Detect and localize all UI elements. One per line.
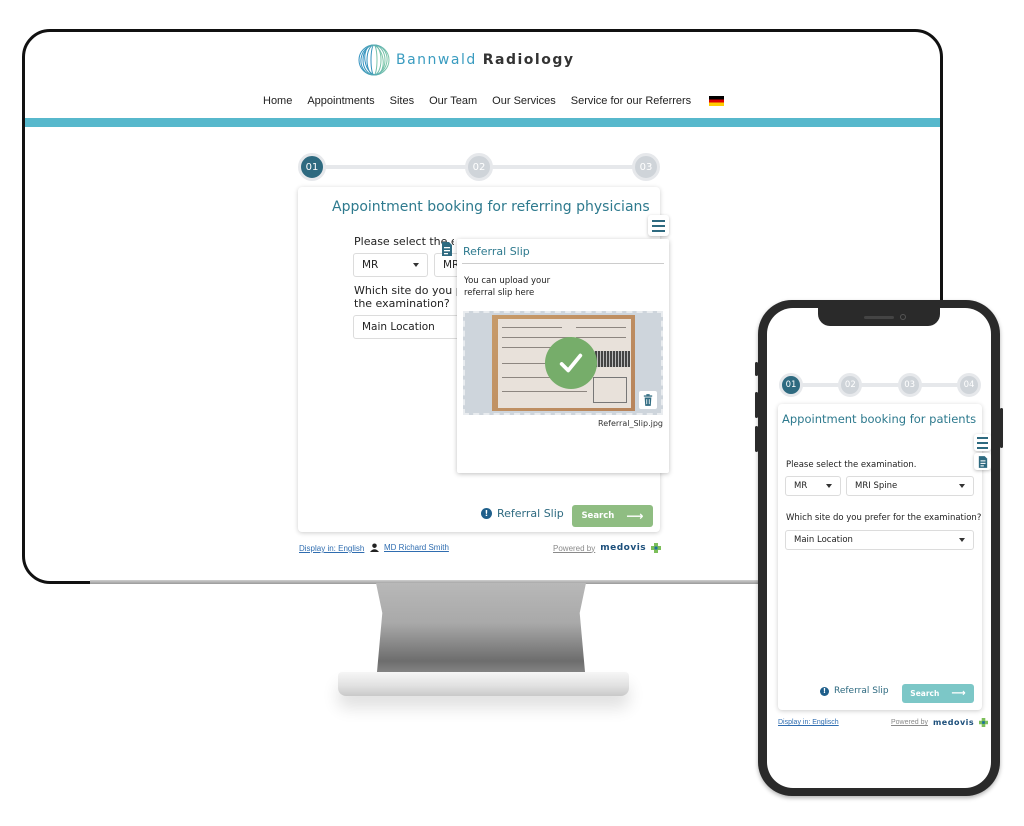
chevron-down-icon: [413, 263, 419, 267]
slip-line: [576, 337, 626, 338]
chevron-down-icon: [959, 538, 965, 542]
exam-label: Please select the examination.: [354, 235, 454, 248]
document-icon[interactable]: [441, 242, 453, 256]
medovis-logo-icon: [979, 718, 989, 727]
step-1[interactable]: 01: [298, 153, 326, 181]
referral-slip-panel: Referral Slip You can upload your referr…: [442, 239, 669, 473]
nav-item-sites[interactable]: Sites: [390, 95, 414, 107]
mobile-site-value: Main Location: [794, 535, 853, 545]
logo-text: Bannwald Radiology: [396, 52, 574, 68]
mobile-step-1[interactable]: 01: [779, 373, 803, 397]
mobile-menu-button[interactable]: [974, 434, 991, 451]
mobile-powered-by: Powered by medovis: [891, 718, 989, 727]
mobile-exam-label: Please select the examination.: [786, 460, 917, 470]
trash-icon: [643, 394, 653, 406]
medovis-logo-icon: [651, 543, 662, 553]
phone-speaker: [864, 316, 894, 319]
powered-by-label[interactable]: Powered by: [553, 544, 595, 553]
phone-camera: [900, 314, 906, 320]
mobile-display-language-link[interactable]: Display in: Englisch: [778, 719, 839, 726]
arrow-right-icon: ⟶: [626, 509, 644, 523]
card-title: Appointment booking for referring physic…: [332, 199, 650, 215]
nav-item-our-services[interactable]: Our Services: [492, 95, 556, 107]
user-name: MD Richard Smith: [384, 543, 449, 552]
upload-dropzone[interactable]: [463, 311, 663, 415]
mobile-modality-value: MR: [794, 481, 808, 491]
upload-success-check-icon: [545, 337, 597, 389]
display-language-link[interactable]: Display in: English: [299, 544, 364, 553]
main-navigation: Home Appointments Sites Our Team Our Ser…: [263, 95, 725, 107]
nav-item-referrer-service[interactable]: Service for our Referrers: [571, 95, 691, 107]
referral-slip-link-label: Referral Slip: [497, 507, 564, 520]
phone-notch: [818, 308, 940, 326]
modality-select[interactable]: MR: [353, 253, 428, 277]
info-icon: !: [820, 686, 829, 696]
info-icon: !: [481, 508, 492, 519]
powered-by: Powered by medovis: [553, 543, 662, 553]
mobile-search-button[interactable]: Search ⟶: [902, 684, 974, 703]
slip-box: [593, 377, 627, 403]
referral-slip-link[interactable]: ! Referral Slip: [481, 507, 564, 520]
header-accent-bar: [25, 118, 940, 127]
chevron-down-icon: [826, 484, 832, 488]
phone-power-button: [1000, 408, 1003, 448]
phone-side-button: [755, 362, 758, 376]
phone-volume-up: [755, 392, 758, 418]
mobile-phone: 01 02 03 04 Appointment booking for pati…: [755, 300, 1003, 796]
stepper-track: [791, 383, 969, 387]
medovis-logo[interactable]: medovis: [600, 543, 646, 553]
search-button-label: Search: [581, 511, 615, 521]
mobile-referral-slip-link[interactable]: ! Referral Slip: [820, 686, 889, 696]
mobile-referral-slip-label: Referral Slip: [834, 686, 889, 696]
step-3[interactable]: 03: [632, 153, 660, 181]
logo-word-2: Radiology: [482, 52, 575, 68]
mobile-exam-select[interactable]: MRI Spine: [846, 476, 974, 496]
menu-button[interactable]: [648, 215, 669, 236]
mobile-booking-stepper: 01 02 03 04: [779, 373, 981, 397]
medovis-logo[interactable]: medovis: [933, 718, 974, 727]
site-value: Main Location: [362, 321, 435, 333]
mobile-site-select[interactable]: Main Location: [785, 530, 974, 550]
german-flag-icon[interactable]: [709, 96, 725, 106]
mobile-site-label: Which site do you prefer for the examina…: [786, 513, 982, 523]
nav-item-appointments[interactable]: Appointments: [307, 95, 374, 107]
modality-value: MR: [362, 259, 379, 271]
monitor-stand-neck: [376, 583, 586, 683]
document-icon: [978, 455, 987, 468]
referral-upload-hint: You can upload your referral slip here: [464, 276, 551, 298]
mobile-search-label: Search: [910, 689, 940, 698]
delete-file-button[interactable]: [639, 391, 657, 409]
mobile-step-2[interactable]: 02: [838, 373, 863, 397]
mobile-booking-card: Appointment booking for patients Please …: [778, 404, 982, 710]
step-2[interactable]: 02: [465, 153, 493, 181]
booking-stepper: 01 02 03: [298, 153, 660, 181]
search-button[interactable]: Search ⟶: [572, 505, 653, 527]
slip-line: [502, 391, 587, 392]
mobile-referral-doc-button[interactable]: [974, 453, 991, 470]
mobile-step-3[interactable]: 03: [897, 373, 922, 397]
powered-by-label[interactable]: Powered by: [891, 719, 928, 726]
arrow-right-icon: ⟶: [951, 688, 966, 699]
phone-volume-down: [755, 426, 758, 452]
logo-word-1: Bannwald: [396, 52, 477, 68]
logo-mark-icon: [358, 44, 390, 76]
divider: [462, 263, 664, 264]
slip-line: [576, 327, 626, 328]
mobile-step-4[interactable]: 04: [956, 373, 981, 397]
user-profile-link[interactable]: MD Richard Smith: [370, 543, 449, 552]
nav-item-home[interactable]: Home: [263, 95, 292, 107]
phone-screen: 01 02 03 04 Appointment booking for pati…: [767, 308, 991, 788]
slip-line: [502, 327, 562, 328]
uploaded-file-name: Referral_Slip.jpg: [598, 419, 663, 428]
chevron-down-icon: [959, 484, 965, 488]
mobile-card-title: Appointment booking for patients: [782, 412, 977, 426]
monitor-stand-base: [338, 672, 629, 696]
site-logo[interactable]: Bannwald Radiology: [358, 44, 574, 76]
user-icon: [370, 543, 379, 552]
referral-panel-title: Referral Slip: [463, 245, 530, 258]
nav-item-our-team[interactable]: Our Team: [429, 95, 477, 107]
mobile-exam-value: MRI Spine: [855, 481, 898, 491]
mobile-modality-select[interactable]: MR: [785, 476, 841, 496]
